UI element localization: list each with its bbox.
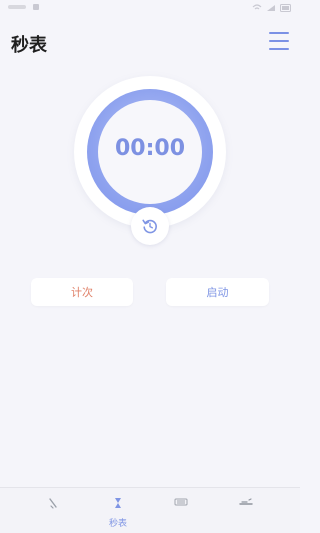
header: 秒表 — [0, 18, 300, 66]
battery-icon — [280, 4, 291, 12]
dial-face: 00:00 — [98, 100, 202, 204]
lap-button[interactable]: 计次 — [31, 278, 133, 306]
start-button[interactable]: 启动 — [166, 278, 269, 306]
wifi-icon — [252, 4, 262, 10]
menu-line-top — [269, 32, 289, 34]
status-bar — [0, 0, 300, 18]
nav-item-keyboard[interactable] — [151, 488, 211, 533]
hourglass-icon — [115, 498, 121, 508]
signal-icon — [267, 5, 275, 11]
keyboard-icon — [174, 498, 188, 506]
reset-icon — [142, 219, 157, 234]
bed-icon — [239, 498, 253, 505]
status-left — [8, 3, 40, 11]
bottom-nav: 秒表 — [0, 488, 300, 533]
page-title: 秒表 — [11, 35, 47, 56]
nav-item-bedtime[interactable] — [216, 488, 276, 533]
stopwatch-dial: 00:00 — [74, 76, 226, 228]
time-placeholder-icon — [8, 5, 26, 9]
alarm-icon — [49, 498, 57, 509]
menu-button[interactable] — [269, 32, 289, 50]
nav-label-stopwatch: 秒表 — [108, 519, 127, 529]
dial-ring: 00:00 — [87, 89, 213, 215]
status-right — [252, 4, 292, 12]
nav-item-alarm[interactable] — [23, 488, 83, 533]
time-display: 00:00 — [114, 136, 186, 161]
nav-item-stopwatch[interactable]: 秒表 — [88, 488, 148, 533]
notification-icon — [33, 4, 39, 10]
reset-button[interactable] — [131, 207, 169, 245]
menu-line-bottom — [269, 48, 289, 50]
menu-line-middle — [269, 40, 289, 42]
